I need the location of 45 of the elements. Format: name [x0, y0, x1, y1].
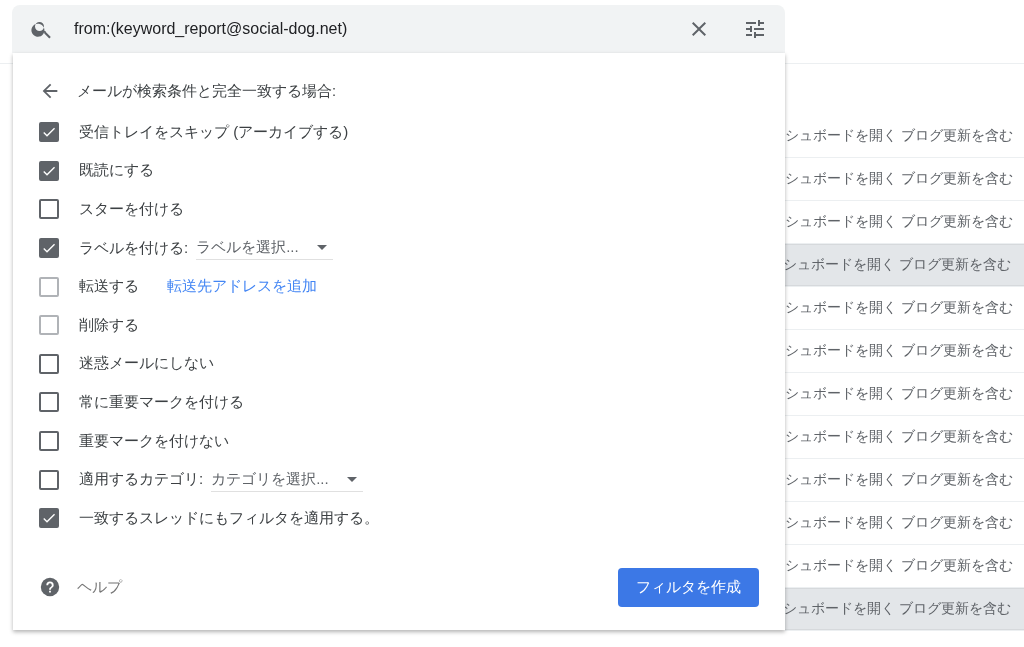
dropdown[interactable]: カテゴリを選択...: [211, 467, 363, 492]
option-label: 迷惑メールにしない: [79, 354, 214, 374]
search-field[interactable]: from:(keyword_report@social-dog.net): [12, 5, 785, 53]
option-label: 重要マークを付けない: [79, 431, 229, 451]
mail-row[interactable]: シュボードを開く ブログ更新を含む: [785, 588, 1024, 631]
caret-icon: [316, 245, 327, 251]
option-label: 一致するスレッドにもフィルタを適用する。: [79, 508, 379, 528]
caret-icon: [346, 476, 357, 482]
mail-snippet: シュボードを開く ブログ更新を含む: [785, 385, 1013, 403]
checkbox[interactable]: [39, 122, 59, 143]
mail-snippet: シュボードを開く ブログ更新を含む: [785, 557, 1013, 575]
option-label: 既読にする: [79, 161, 154, 181]
checkbox[interactable]: [39, 508, 59, 529]
checkbox[interactable]: [39, 392, 59, 413]
mail-snippet: シュボードを開く ブログ更新を含む: [785, 514, 1013, 532]
help-icon[interactable]: [39, 576, 61, 599]
checkbox[interactable]: [39, 199, 59, 220]
checkbox[interactable]: [39, 431, 59, 452]
checkbox[interactable]: [39, 469, 59, 490]
mail-snippet: シュボードを開く ブログ更新を含む: [785, 256, 1011, 274]
mail-snippet: シュボードを開く ブログ更新を含む: [785, 471, 1013, 489]
checkbox[interactable]: [39, 160, 59, 181]
mail-snippet: シュボードを開く ブログ更新を含む: [785, 213, 1013, 231]
mail-row[interactable]: シュボードを開く ブログ更新を含む: [785, 244, 1024, 287]
option-label: 適用するカテゴリ:: [79, 470, 204, 490]
create-filter-button[interactable]: フィルタを作成: [618, 567, 759, 607]
mail-snippet: シュボードを開く ブログ更新を含む: [785, 127, 1013, 145]
mail-snippet: シュボードを開く ブログ更新を含む: [785, 170, 1013, 188]
options-icon[interactable]: [743, 17, 767, 41]
search-input[interactable]: from:(keyword_report@social-dog.net): [72, 19, 669, 39]
mail-snippet: シュボードを開く ブログ更新を含む: [785, 342, 1013, 360]
help-link[interactable]: ヘルプ: [77, 577, 122, 597]
filter-heading: メールが検索条件と完全一致する場合:: [77, 81, 337, 101]
mail-snippet: シュボードを開く ブログ更新を含む: [785, 299, 1013, 317]
option-label: 削除する: [79, 315, 139, 335]
option-label: ラベルを付ける:: [79, 238, 189, 258]
mail-snippet: シュボードを開く ブログ更新を含む: [785, 428, 1013, 446]
option-label: 受信トレイをスキップ (アーカイブする): [79, 122, 349, 142]
option-label: 転送する: [79, 277, 139, 297]
option-label: スターを付ける: [79, 200, 184, 219]
checkbox[interactable]: [39, 353, 59, 374]
mail-snippet: シュボードを開く ブログ更新を含む: [785, 600, 1011, 618]
checkbox[interactable]: [39, 238, 59, 259]
dropdown[interactable]: ラベルを選択...: [196, 236, 333, 261]
option-label: 常に重要マークを付ける: [79, 392, 244, 412]
